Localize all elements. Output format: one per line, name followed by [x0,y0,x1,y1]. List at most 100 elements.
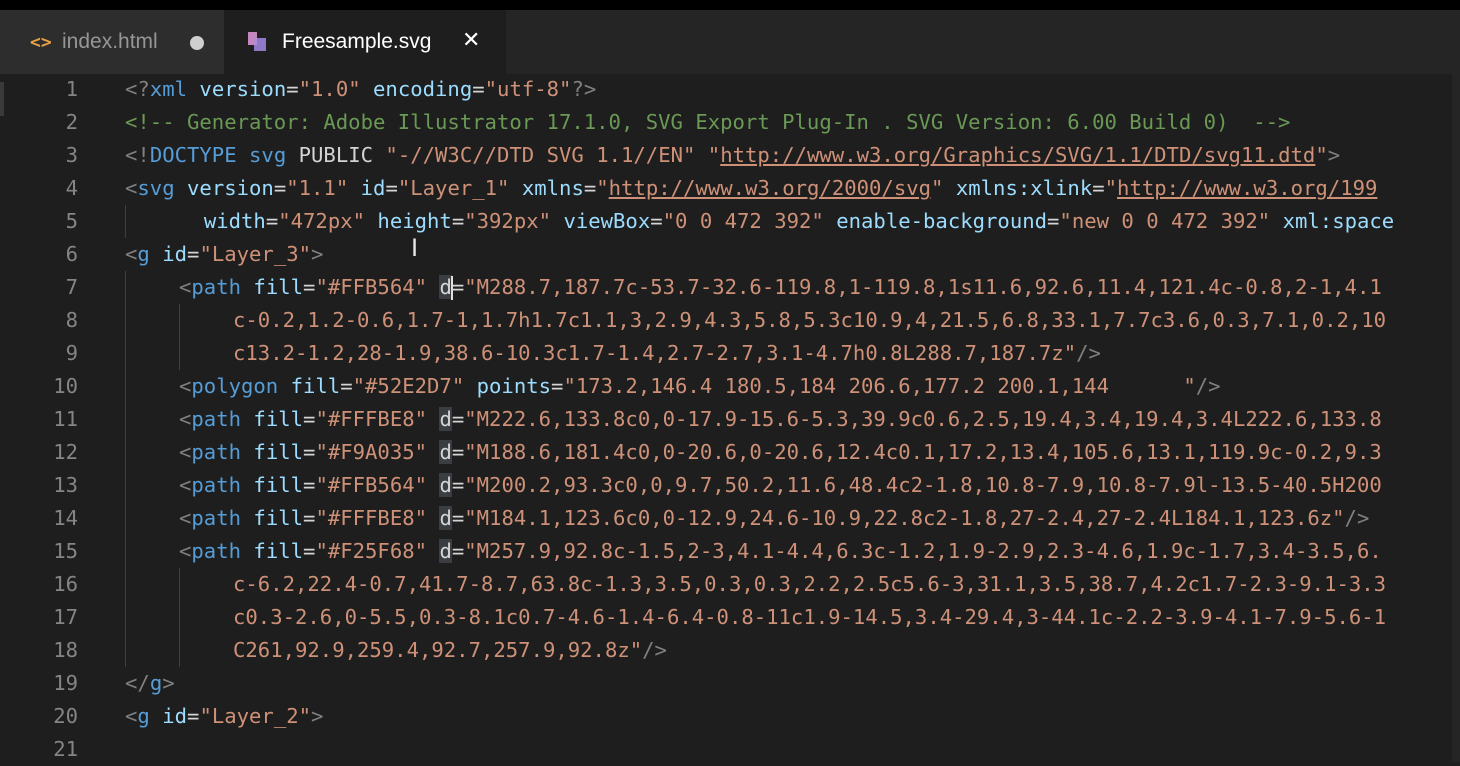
code-line[interactable]: 7 <path fill="#FFB564" d="M288.7,187.7c-… [0,271,1460,304]
window-top-strip [0,0,1460,10]
code-text: <!DOCTYPE svg PUBLIC "-//W3C//DTD SVG 1.… [125,139,1340,172]
code-token: = [273,176,287,200]
code-token: "M288.7,187.7c-53.7-32.6-119.8,1-119.8,1… [464,275,1382,299]
code-line[interactable]: 19 </g> [0,667,1460,700]
code-token: "#FFFBE8" [315,407,428,431]
code-text: <svg version="1.1" id="Layer_1" xmlns="h… [125,172,1377,205]
code-token: = [451,407,465,431]
code-line[interactable]: 20 <g id="Layer_2"> [0,700,1460,733]
code-line[interactable]: 21 [0,733,1460,766]
indent-guide [125,634,179,667]
code-line[interactable]: 6 <g id="Layer_3"> [0,238,1460,271]
tab-freesample-svg[interactable]: Freesample.svg ✕ [224,10,506,74]
code-text: <path fill="#F25F68" d="M257.9,92.8c-1.5… [125,535,1382,568]
svg-file-icon [246,30,270,52]
code-line[interactable]: 15 <path fill="#F25F68" d="M257.9,92.8c-… [0,535,1460,568]
code-token: = [551,374,564,398]
indent-guide [125,271,179,304]
code-token: = [303,275,316,299]
code-text: <g id="Layer_2"> [125,700,323,733]
code-line[interactable]: 1 <?xml version="1.0" encoding="utf-8"?> [0,73,1460,106]
code-text: <path fill="#FFB564" d="M288.7,187.7c-53… [125,271,1382,304]
code-line[interactable]: 8 c-0.2,1.2-0.6,1.7-1,1.7h1.7c1.1,3,2.9,… [0,304,1460,337]
code-token: /> [642,638,667,662]
code-token: "Layer_3" [199,242,312,266]
code-line[interactable]: 2 <!-- Generator: Adobe Illustrator 17.1.… [0,106,1460,139]
code-token: "392px" [464,209,552,233]
code-token: g [137,704,150,728]
code-token: ?> [571,77,597,101]
code-token: fill [253,506,304,530]
code-text: <polygon fill="#52E2D7" points="173.2,14… [125,370,1221,403]
code-token: = [187,704,200,728]
code-token: "-//W3C//DTD SVG 1.1//EN" [385,143,696,167]
code-token: < [179,374,192,398]
code-line[interactable]: 5 width="472px" height="392px" viewBox="… [0,205,1460,238]
code-token: < [125,704,138,728]
code-token: path [191,473,242,497]
line-number: 15 [53,539,78,563]
code-editor[interactable]: 1 <?xml version="1.0" encoding="utf-8"?> 2… [0,74,1460,762]
code-line[interactable]: 11 <path fill="#FFFBE8" d="M222.6,133.8c… [0,403,1460,436]
code-token: height [377,209,452,233]
code-text: <!-- Generator: Adobe Illustrator 17.1.0… [125,106,1290,139]
code-line[interactable]: 13 <path fill="#FFB564" d="M200.2,93.3c0… [0,469,1460,502]
code-token: g [149,671,163,695]
indent-guide [179,634,233,667]
code-token: /> [1195,374,1221,398]
code-line[interactable]: 16 c-6.2,22.4-0.7,41.7-8.7,63.8c-1.3,3.5… [0,568,1460,601]
code-token: = [1047,209,1060,233]
indent-guide [125,469,179,502]
code-token: " [931,176,944,200]
code-line[interactable]: 9 c13.2-1.2,28-1.9,38.6-10.3c1.7-1.4,2.7… [0,337,1460,370]
code-token: fill [253,440,304,464]
line-number: 3 [65,143,78,167]
code-token: path [191,440,242,464]
line-number: 16 [53,572,78,596]
code-token: " [707,143,721,167]
code-line[interactable]: 10 <polygon fill="#52E2D7" points="173.2… [0,370,1460,403]
code-token: = [385,176,398,200]
code-token: version [199,77,287,101]
code-line[interactable]: 14 <path fill="#FFFBE8" d="M184.1,123.6c… [0,502,1460,535]
tab-index-html[interactable]: <> index.html [0,10,224,74]
code-token: <!-- Generator: Adobe Illustrator 17.1.0… [125,110,1291,134]
line-number: 2 [65,110,78,134]
code-token: = [583,176,597,200]
code-line[interactable]: 18 C261,92.9,259.4,92.7,257.9,92.8z"/> [0,634,1460,667]
close-tab-icon[interactable]: ✕ [462,28,480,53]
code-token: http://www.w3.org/Graphics/SVG/1.1/DTD/s… [720,143,1316,167]
code-token: points [476,374,552,398]
code-token: "M200.2,93.3c0,0,9.7,50.2,11.6,48.4c2-1.… [464,473,1382,497]
code-token: = [265,209,279,233]
code-token: = [451,506,465,530]
code-token: "0 0 472 392" [662,209,824,233]
code-token: < [179,506,192,530]
indent-guide [125,370,179,403]
code-line[interactable]: 4 <svg version="1.1" id="Layer_1" xmlns="… [0,172,1460,205]
code-token: fill [290,374,341,398]
code-token: = [303,539,316,563]
line-number: 17 [53,605,78,629]
code-line[interactable]: 12 <path fill="#F9A035" d="M188.6,181.4c… [0,436,1460,469]
code-text: C261,92.9,259.4,92.7,257.9,92.8z"/> [125,634,667,667]
vertical-scrollbar[interactable] [1452,74,1460,762]
code-text: <path fill="#FFFBE8" d="M222.6,133.8c0,0… [125,403,1382,436]
code-token: = [451,275,465,299]
unsaved-changes-dot-icon[interactable] [190,36,204,50]
code-token: c-6.2,22.4-0.7,41.7-8.7,63.8c-1.3,3.5,0.… [233,572,1387,596]
code-line[interactable]: 17 c0.3-2.6,0-5.5,0.3-8.1c0.7-4.6-1.4-6.… [0,601,1460,634]
indent-guide [125,436,179,469]
code-line[interactable]: 3 <!DOCTYPE svg PUBLIC "-//W3C//DTD SVG 1… [0,139,1460,172]
